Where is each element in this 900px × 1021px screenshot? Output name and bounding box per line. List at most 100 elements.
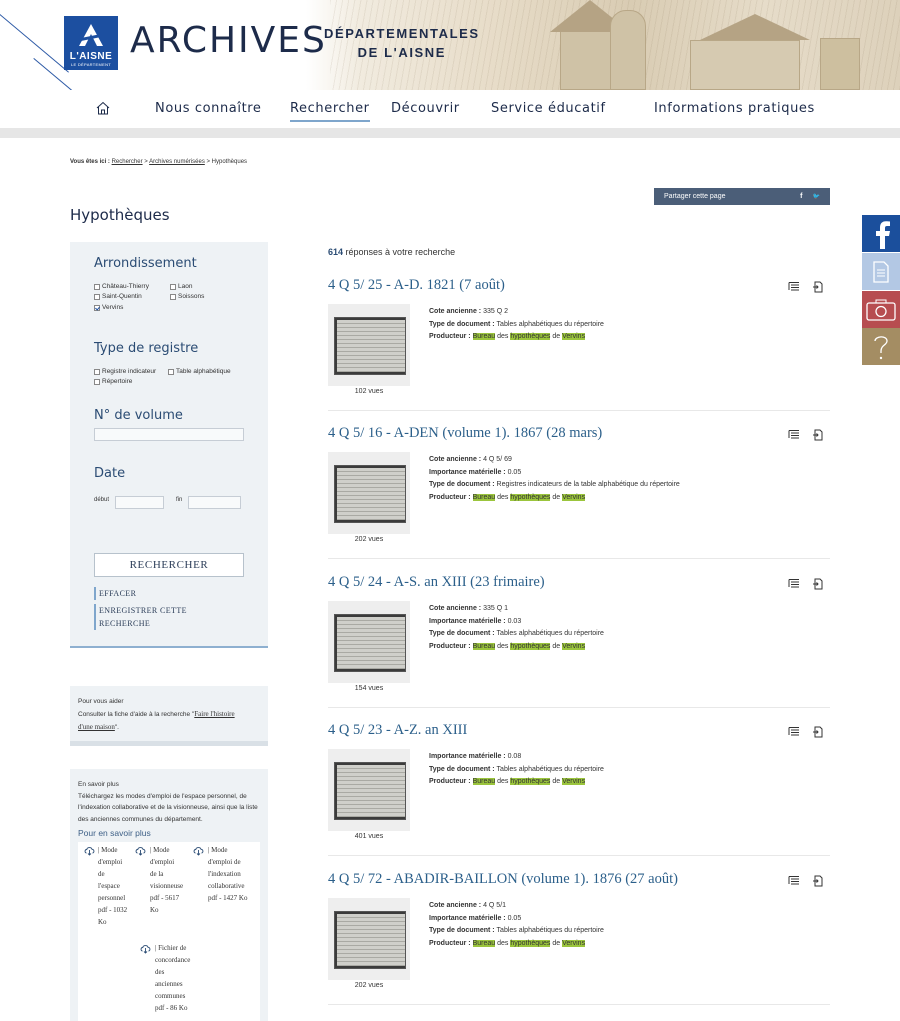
download-line: concordance	[155, 956, 191, 964]
nav-item-service-educatif[interactable]: Service éducatif	[491, 101, 606, 116]
metadata-label: Type de document :	[429, 320, 497, 328]
site-title: ARCHIVES	[130, 20, 327, 61]
download-concordance-communes[interactable]: | Fichier de concordance des anciennes c…	[155, 942, 190, 1014]
nav-item-decouvrir[interactable]: Découvrir	[391, 101, 460, 116]
download-guide-visionneuse[interactable]: | Mode d'emploi de la visionneuse pdf - …	[150, 844, 183, 916]
register-page-left	[337, 468, 371, 520]
metadata-row: Type de document : Registres indicateurs…	[429, 479, 680, 492]
breadcrumb-link-rechercher[interactable]: Rechercher	[112, 159, 143, 165]
results-count-text: réponses à votre recherche	[343, 247, 456, 257]
checkbox-repertoire[interactable]: Répertoire	[94, 378, 132, 385]
list-detail-icon[interactable]	[788, 726, 800, 737]
download-line: d'emploi	[150, 858, 175, 866]
add-to-basket-icon[interactable]	[812, 875, 823, 887]
clear-link[interactable]: EFFACER	[94, 587, 136, 600]
result-thumbnail[interactable]	[334, 911, 406, 969]
nav-item-nous-connaitre[interactable]: Nous connaître	[155, 101, 262, 116]
checkbox-registre-indicateur[interactable]: Registre indicateur	[94, 368, 156, 375]
add-to-basket-icon[interactable]	[812, 281, 823, 293]
share-twitter-icon[interactable]: 🐦	[813, 193, 820, 200]
help-box-underline	[70, 741, 268, 746]
volume-heading: N° de volume	[94, 408, 183, 423]
checkbox-table-alphabetique[interactable]: Table alphabétique	[168, 368, 231, 375]
cloud-download-icon[interactable]	[135, 845, 146, 856]
more-subtitle: Pour en savoir plus	[78, 828, 151, 838]
producer-text: des	[495, 333, 511, 340]
help-link[interactable]: Faire l'histoire	[194, 710, 234, 718]
help-end-punct: ".	[114, 724, 119, 731]
checkbox-box[interactable]	[170, 293, 176, 300]
list-detail-icon[interactable]	[788, 875, 800, 886]
list-detail-icon[interactable]	[788, 429, 800, 440]
add-to-basket-icon[interactable]	[812, 726, 823, 738]
list-detail-icon[interactable]	[788, 578, 800, 589]
producer-text: des	[495, 642, 511, 650]
search-filter-panel: Arrondissement Château-Thierry Laon Sain…	[70, 242, 268, 647]
date-start-input[interactable]	[115, 496, 164, 509]
save-search-line2: RECHERCHE	[99, 619, 151, 628]
checkbox-box[interactable]	[94, 378, 100, 385]
site-header: L'AISNE LE DÉPARTEMENT ARCHIVES DÉPARTEM…	[0, 0, 900, 90]
document-icon	[873, 260, 889, 283]
home-icon[interactable]	[95, 100, 111, 116]
highlight-vervins: Vervins	[562, 333, 586, 340]
date-end-input[interactable]	[188, 496, 241, 509]
result-actions	[788, 578, 823, 590]
breadcrumb-link-archives[interactable]: Archives numérisées	[149, 159, 205, 165]
result-title[interactable]: 4 Q 5/ 24 - A-S. an XIII (23 frimaire)	[328, 574, 545, 591]
help-link-cont[interactable]: d'une maison	[78, 723, 115, 731]
nav-item-informations-pratiques[interactable]: Informations pratiques	[654, 101, 815, 116]
save-search-link[interactable]: ENREGISTRER CETTE RECHERCHE	[94, 604, 187, 630]
cloud-download-icon[interactable]	[140, 943, 151, 954]
download-guide-indexation[interactable]: | Mode d'emploi de l'indexation collabor…	[208, 844, 247, 904]
document-side-button[interactable]	[862, 253, 900, 290]
share-facebook-icon[interactable]: f	[800, 193, 802, 200]
checkbox-label: Saint-Quentin	[102, 293, 142, 300]
checkbox-vervins[interactable]: Vervins	[94, 304, 123, 311]
register-page-left	[337, 617, 371, 669]
help-text-intro: Consulter la fiche d'aide à la recherche…	[78, 711, 195, 718]
checkbox-box[interactable]	[94, 283, 100, 290]
result-title[interactable]: 4 Q 5/ 25 - A-D. 1821 (7 août)	[328, 277, 505, 294]
help-side-button[interactable]	[862, 328, 900, 365]
volume-input[interactable]	[94, 428, 244, 441]
checkbox-box[interactable]	[94, 293, 100, 300]
producer-text: des	[495, 493, 511, 501]
checkbox-laon[interactable]: Laon	[170, 283, 192, 290]
checkbox-box-checked[interactable]	[94, 304, 100, 311]
checkbox-chateau-thierry[interactable]: Château-Thierry	[94, 283, 149, 290]
metadata-row: Cote ancienne : 4 Q 5/ 69	[429, 454, 680, 467]
checkbox-saint-quentin[interactable]: Saint-Quentin	[94, 293, 142, 300]
result-thumbnail[interactable]	[334, 762, 406, 820]
facebook-side-button[interactable]	[862, 215, 900, 252]
result-title[interactable]: 4 Q 5/ 16 - A-DEN (volume 1). 1867 (28 m…	[328, 425, 602, 442]
register-page-right	[371, 765, 405, 817]
metadata-label: Producteur :	[429, 333, 473, 340]
cloud-download-icon[interactable]	[84, 845, 95, 856]
search-button[interactable]: RECHERCHER	[94, 553, 244, 577]
producer-text: de	[550, 333, 563, 340]
add-to-basket-icon[interactable]	[812, 429, 823, 441]
checkbox-box[interactable]	[170, 283, 176, 290]
cloud-download-icon[interactable]	[193, 845, 204, 856]
highlight-hypotheques: hypothèques	[510, 642, 551, 650]
result-title[interactable]: 4 Q 5/ 72 - ABADIR-BAILLON (volume 1). 1…	[328, 871, 678, 888]
register-page-right	[371, 320, 405, 372]
result-thumbnail[interactable]	[334, 317, 406, 375]
add-to-basket-icon[interactable]	[812, 578, 823, 590]
photo-side-button[interactable]	[862, 291, 900, 328]
checkbox-box[interactable]	[168, 368, 174, 375]
checkbox-soissons[interactable]: Soissons	[170, 293, 204, 300]
result-title[interactable]: 4 Q 5/ 23 - A-Z. an XIII	[328, 722, 467, 739]
result-thumbnail[interactable]	[334, 465, 406, 523]
checkbox-box[interactable]	[94, 368, 100, 375]
result-view-count: 202 vues	[354, 536, 384, 543]
breadcrumb: Vous êtes ici : Rechercher > Archives nu…	[70, 159, 247, 165]
list-detail-icon[interactable]	[788, 281, 800, 292]
download-guide-espace-personnel[interactable]: | Mode d'emploi de l'espace personnel pd…	[98, 844, 127, 928]
nav-item-rechercher[interactable]: Rechercher	[290, 101, 370, 122]
result-thumbnail[interactable]	[334, 614, 406, 672]
metadata-label: Cote ancienne :	[429, 902, 484, 909]
aisne-logo[interactable]: L'AISNE LE DÉPARTEMENT	[64, 16, 118, 70]
camera-icon	[866, 299, 896, 321]
